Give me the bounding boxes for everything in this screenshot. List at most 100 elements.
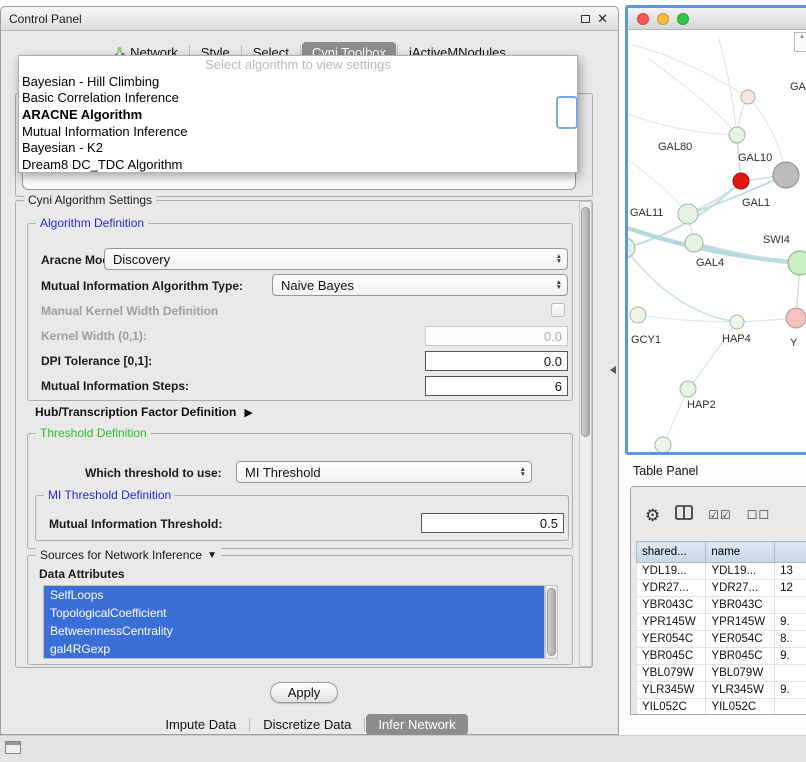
algorithm-option-basic-correlation-inference[interactable]: Basic Correlation Inference: [19, 90, 577, 107]
table-cell[interactable]: YBR045C: [637, 648, 706, 665]
network-node[interactable]: [655, 437, 671, 453]
table-column-header[interactable]: name: [706, 542, 775, 563]
apply-button[interactable]: Apply: [270, 682, 338, 703]
table-cell[interactable]: YIL052C: [706, 699, 775, 716]
table-cell[interactable]: YDL19...: [637, 563, 706, 580]
network-edge[interactable]: [648, 58, 737, 135]
mac-close-icon[interactable]: [637, 13, 649, 25]
table-cell[interactable]: YLR345W: [706, 682, 775, 699]
table-cell[interactable]: 8.: [775, 631, 806, 648]
settings-scrollbar[interactable]: [579, 201, 592, 667]
network-edge[interactable]: [633, 45, 748, 97]
table-cell[interactable]: YIL052C: [637, 699, 706, 716]
aracne-mode-combo[interactable]: Discovery ▲▼: [104, 248, 568, 270]
table-cell[interactable]: YBR043C: [706, 597, 775, 614]
table-column-header[interactable]: [775, 542, 806, 563]
checked-boxes-icon[interactable]: ☑☑: [708, 508, 732, 522]
table-row[interactable]: YIL052CYIL052C: [637, 699, 806, 716]
algorithm-option-dream8-dc-tdc-algorithm[interactable]: Dream8 DC_TDC Algorithm: [19, 156, 577, 173]
table-row[interactable]: YBR043CYBR043C: [637, 597, 806, 614]
algorithm-option-mutual-information-inference[interactable]: Mutual Information Inference: [19, 123, 577, 140]
table-cell[interactable]: 12: [775, 580, 806, 597]
table-cell[interactable]: [775, 665, 806, 682]
table-cell[interactable]: YER054C: [637, 631, 706, 648]
network-node[interactable]: [678, 204, 698, 224]
which-threshold-combo[interactable]: MI Threshold ▲▼: [236, 461, 532, 483]
mi-type-combo[interactable]: Naive Bayes ▲▼: [272, 274, 568, 296]
network-node[interactable]: [630, 307, 646, 323]
table-row[interactable]: YLR345WYLR345W9.: [637, 682, 806, 699]
network-canvas-area[interactable]: GAL80GAL10GAL8GAL11GAL1SWI4GAL4GCY1HAP4Y…: [628, 30, 806, 452]
attribute-item-selfloops[interactable]: SelfLoops: [44, 586, 544, 604]
attributes-scrollbar[interactable]: [545, 585, 558, 659]
network-scroll-corner[interactable]: ▲: [794, 32, 806, 52]
float-window-icon[interactable]: [581, 15, 590, 23]
table-cell[interactable]: YBL079W: [706, 665, 775, 682]
table-cell[interactable]: 9.: [775, 648, 806, 665]
mi-steps-field[interactable]: [425, 376, 568, 396]
algorithm-option-aracne-algorithm[interactable]: ARACNE Algorithm: [19, 106, 577, 123]
mi-threshold-field[interactable]: [421, 513, 564, 533]
table-cell[interactable]: YDR27...: [637, 580, 706, 597]
network-node[interactable]: [733, 173, 749, 189]
table-row[interactable]: YPR145WYPR145W9.: [637, 614, 806, 631]
algorithm-option-bayesian-k2[interactable]: Bayesian - K2: [19, 139, 577, 156]
table-row[interactable]: YBL079WYBL079W: [637, 665, 806, 682]
table-row[interactable]: YDR27...YDR27...12: [637, 580, 806, 597]
attribute-item-betweennesscentrality[interactable]: BetweennessCentrality: [44, 622, 544, 640]
network-node[interactable]: [680, 381, 696, 397]
network-node[interactable]: [741, 90, 755, 104]
network-node[interactable]: [628, 238, 635, 258]
empty-boxes-icon[interactable]: ☐☐: [747, 508, 771, 522]
table-row[interactable]: YER054CYER054C8.: [637, 631, 806, 648]
splitter-collapse-icon[interactable]: [610, 366, 616, 374]
table-row[interactable]: YBR045CYBR045C9.: [637, 648, 806, 665]
table-cell[interactable]: YBR045C: [706, 648, 775, 665]
network-node[interactable]: [685, 234, 703, 252]
table-cell[interactable]: YBL079W: [637, 665, 706, 682]
table-column-header[interactable]: shared...: [637, 542, 706, 563]
minimized-panel-icon[interactable]: [5, 741, 21, 754]
attribute-item-gal4rgexp[interactable]: gal4RGexp: [44, 640, 544, 658]
bottom-tab-impute-data[interactable]: Impute Data: [153, 714, 248, 735]
network-node[interactable]: [786, 308, 806, 328]
table-cell[interactable]: YLR345W: [637, 682, 706, 699]
dpi-tolerance-field[interactable]: [425, 351, 568, 371]
network-node[interactable]: [773, 162, 799, 188]
hub-definition-toggle[interactable]: Hub/Transcription Factor Definition ▶: [35, 405, 253, 419]
table-row[interactable]: YDL19...YDL19...13: [637, 563, 806, 580]
table-cell[interactable]: YDL19...: [706, 563, 775, 580]
algorithm-option-bayesian-hill-climbing[interactable]: Bayesian - Hill Climbing: [19, 73, 577, 90]
gear-icon[interactable]: ⚙: [645, 507, 660, 524]
table-cell[interactable]: YDR27...: [706, 580, 775, 597]
combo-arrows-icon: ▲▼: [520, 467, 526, 477]
columns-icon[interactable]: [675, 505, 693, 525]
bottom-tab-infer-network[interactable]: Infer Network: [366, 714, 467, 735]
table-cell[interactable]: YBR043C: [637, 597, 706, 614]
network-node[interactable]: [729, 127, 745, 143]
sources-title-row[interactable]: Sources for Network Inference ▼: [36, 548, 221, 562]
focused-field-fragment[interactable]: [556, 96, 578, 129]
table-cell[interactable]: YER054C: [706, 631, 775, 648]
network-node[interactable]: [788, 251, 806, 275]
table-cell[interactable]: [775, 597, 806, 614]
attribute-item-topologicalcoefficient[interactable]: TopologicalCoefficient: [44, 604, 544, 622]
bottom-tab-discretize-data[interactable]: Discretize Data: [251, 714, 363, 735]
network-edge[interactable]: [663, 389, 688, 445]
mac-zoom-icon[interactable]: [677, 13, 689, 25]
table-cell[interactable]: 9.: [775, 614, 806, 631]
table-cell[interactable]: 9.: [775, 682, 806, 699]
attributes-scrollbar-thumb[interactable]: [547, 588, 556, 656]
table-cell[interactable]: YPR145W: [706, 614, 775, 631]
mac-minimize-icon[interactable]: [657, 13, 669, 25]
table-cell[interactable]: YPR145W: [637, 614, 706, 631]
table-cell[interactable]: [775, 699, 806, 716]
close-icon[interactable]: ✕: [597, 11, 608, 27]
network-edge[interactable]: [628, 160, 688, 214]
algorithm-dropdown-popup: Select algorithm to view settings Bayesi…: [18, 55, 578, 173]
settings-scrollbar-thumb[interactable]: [581, 207, 590, 437]
table-cell[interactable]: 13: [775, 563, 806, 580]
kernel-width-field[interactable]: [425, 326, 568, 346]
manual-kernel-checkbox[interactable]: [551, 303, 565, 317]
network-node[interactable]: [730, 315, 744, 329]
